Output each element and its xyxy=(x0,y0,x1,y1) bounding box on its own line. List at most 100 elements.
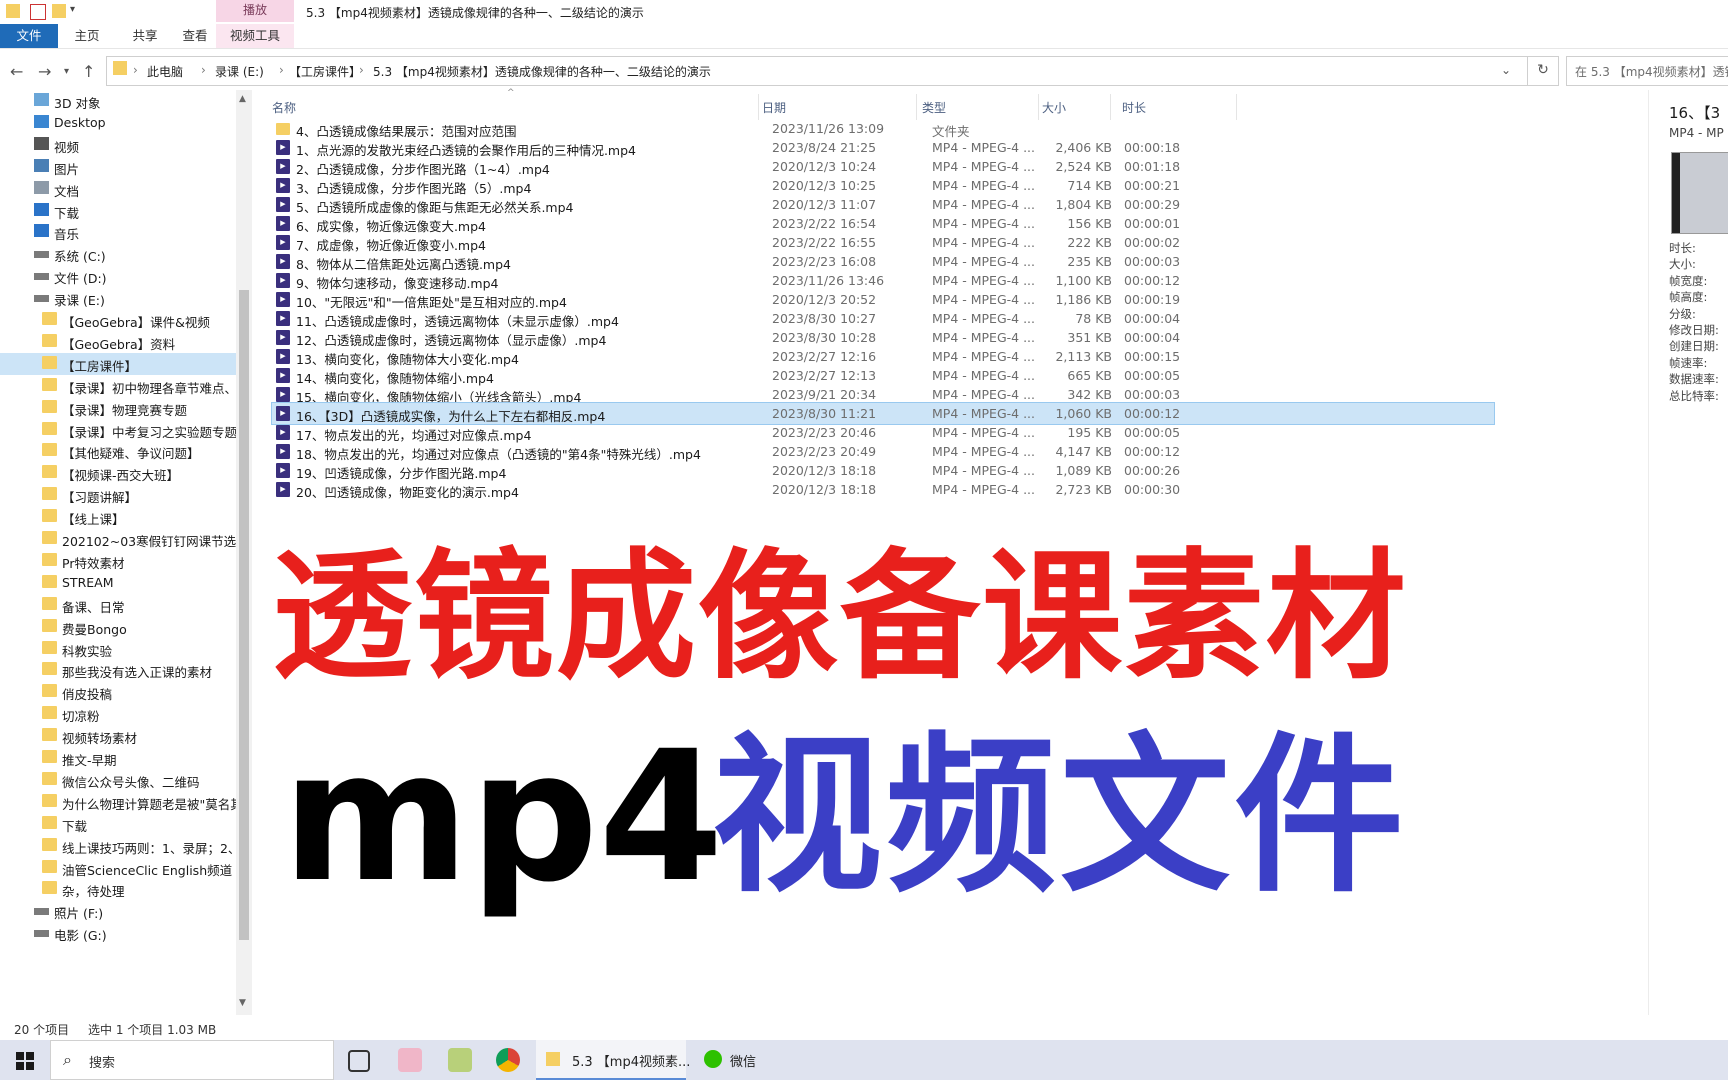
tab-video-tools[interactable]: 视频工具 xyxy=(216,24,294,48)
file-row[interactable]: ▶ 19、凹透镜成像，分步作图光路.mp4 2020/12/3 18:18 MP4 -… xyxy=(272,460,1494,481)
taskbar-app-wechat[interactable]: 微信 xyxy=(694,1040,784,1080)
sidebar-item[interactable]: 文档 xyxy=(0,178,236,200)
breadcrumb-drive-e[interactable]: 录课 (E:) xyxy=(215,63,264,80)
column-size[interactable]: 大小 xyxy=(1042,99,1066,116)
sidebar-item[interactable]: 【录课】物理竞赛专题 xyxy=(0,397,236,419)
snipping-tool-icon[interactable] xyxy=(398,1048,422,1072)
refresh-icon[interactable]: ↻ xyxy=(1527,56,1559,86)
sidebar-item[interactable]: 【GeoGebra】资料 xyxy=(0,331,236,353)
crumb-separator-icon[interactable]: › xyxy=(133,63,138,77)
crumb-separator-icon[interactable]: › xyxy=(279,63,284,77)
sidebar-item[interactable]: 科教实验 xyxy=(0,638,236,660)
sidebar-item[interactable]: 系统 (C:) xyxy=(0,243,236,265)
file-row[interactable]: ▶ 17、物点发出的光，均通过对应像点.mp4 2023/2/23 20:46 MP4… xyxy=(272,422,1494,443)
sidebar-item[interactable]: 下载 xyxy=(0,200,236,222)
sidebar-item[interactable]: 文件 (D:) xyxy=(0,265,236,287)
breadcrumb-current-folder[interactable]: 5.3 【mp4视频素材】透镜成像规律的各种一、二级结论的演示 xyxy=(373,63,711,80)
start-button[interactable] xyxy=(0,1040,50,1080)
sidebar-item[interactable]: 图片 xyxy=(0,156,236,178)
file-row[interactable]: ▶ 10、"无限远"和"一倍焦距处"是互相对应的.mp4 2020/12/3 20:… xyxy=(272,289,1494,310)
file-row[interactable]: ▶ 12、凸透镜成虚像时，透镜远离物体（显示虚像）.mp4 2023/8/30 10… xyxy=(272,327,1494,348)
sidebar-item[interactable]: 【视频课-西交大班】 xyxy=(0,462,236,484)
tab-share[interactable]: 共享 xyxy=(116,24,174,48)
breadcrumb-gongfang[interactable]: 【工房课件】 xyxy=(289,63,361,80)
sidebar-item[interactable]: 【其他疑难、争议问题】 xyxy=(0,440,236,462)
tab-file[interactable]: 文件 xyxy=(0,24,58,48)
taskbar-search[interactable]: ⌕ 搜索 xyxy=(50,1040,334,1080)
file-row[interactable]: ▶ 1、点光源的发散光束经凸透镜的会聚作用后的三种情况.mp4 2023/8/24 … xyxy=(272,137,1494,158)
sidebar-item[interactable]: 【GeoGebra】课件&视频 xyxy=(0,309,236,331)
folder-row[interactable]: 4、凸透镜成像结果展示：范围对应范围 2023/11/26 13:09 文件夹 xyxy=(272,118,1494,139)
file-row[interactable]: ▶ 6、成实像，物近像远像变大.mp4 2023/2/22 16:54 MP4 - M… xyxy=(272,213,1494,234)
sidebar-item[interactable]: 下载 xyxy=(0,813,236,835)
sidebar-item[interactable]: 线上课技巧两则：1、录屏；2、 xyxy=(0,835,236,857)
breadcrumb-this-pc[interactable]: 此电脑 xyxy=(147,63,183,80)
up-icon[interactable]: ↑ xyxy=(82,62,95,81)
customize-toolbar-icon[interactable]: ▾ xyxy=(70,4,84,18)
recent-locations-icon[interactable]: ▾ xyxy=(64,66,69,77)
sidebar-item[interactable]: 推文-早期 xyxy=(0,747,236,769)
sidebar-item[interactable]: 3D 对象 xyxy=(0,90,236,112)
sidebar-item[interactable]: 油管ScienceClic English频道 xyxy=(0,857,236,879)
address-bar[interactable]: › 此电脑 › 录课 (E:) › 【工房课件】 › 5.3 【mp4视频素材】… xyxy=(106,56,1528,86)
tab-home[interactable]: 主页 xyxy=(58,24,116,48)
file-row[interactable]: ▶ 14、横向变化，像随物体缩小.mp4 2023/2/27 12:13 MP4 - … xyxy=(272,365,1494,386)
file-row[interactable]: ▶ 18、物点发出的光，均通过对应像点（凸透镜的"第4条"特殊光线）.mp4 202… xyxy=(272,441,1494,462)
column-date[interactable]: 日期 xyxy=(762,99,786,116)
sidebar-item[interactable]: 音乐 xyxy=(0,221,236,243)
file-row[interactable]: ▶ 11、凸透镜成虚像时，透镜远离物体（未显示虚像）.mp4 2023/8/30 1… xyxy=(272,308,1494,329)
crumb-separator-icon[interactable]: › xyxy=(201,63,206,77)
sidebar-item[interactable]: 录课 (E:) xyxy=(0,287,236,309)
sidebar-item[interactable]: 【线上课】 xyxy=(0,506,236,528)
sidebar-item[interactable]: STREAM xyxy=(0,572,236,594)
sidebar-item[interactable]: 202102~03寒假钉钉网课节选 xyxy=(0,528,236,550)
sidebar-item[interactable]: 备课、日常 xyxy=(0,594,236,616)
sidebar-item[interactable]: 电影 (G:) xyxy=(0,922,236,944)
properties-icon[interactable] xyxy=(30,4,46,20)
sidebar-item[interactable]: 微信公众号头像、二维码 xyxy=(0,769,236,791)
scrollbar-thumb[interactable] xyxy=(239,290,249,940)
file-row[interactable]: ▶ 9、物体匀速移动，像变速移动.mp4 2023/11/26 13:46 MP4 -… xyxy=(272,270,1494,291)
paint-icon[interactable] xyxy=(448,1048,472,1072)
file-row[interactable]: ▶ 3、凸透镜成像，分步作图光路（5）.mp4 2020/12/3 10:25 MP4… xyxy=(272,175,1494,196)
tab-play[interactable]: 播放 xyxy=(216,0,294,22)
file-row[interactable]: ▶ 5、凸透镜所成虚像的像距与焦距无必然关系.mp4 2020/12/3 11:07… xyxy=(272,194,1494,215)
sidebar-item[interactable]: 照片 (F:) xyxy=(0,900,236,922)
sidebar-item[interactable]: 视频转场素材 xyxy=(0,725,236,747)
file-row[interactable]: ▶ 20、凹透镜成像，物距变化的演示.mp4 2020/12/3 18:18 MP4 … xyxy=(272,479,1494,500)
sidebar-item[interactable]: Desktop xyxy=(0,112,236,134)
column-divider[interactable] xyxy=(916,94,917,120)
taskbar-app-explorer[interactable]: 5.3 【mp4视频素... xyxy=(536,1040,690,1080)
new-folder-icon[interactable] xyxy=(52,4,66,18)
file-row[interactable]: ▶ 8、物体从二倍焦距处远离凸透镜.mp4 2023/2/23 16:08 MP4 -… xyxy=(272,251,1494,272)
sidebar-item[interactable]: 【工房课件】 xyxy=(0,352,236,375)
file-row[interactable]: ▶ 2、凸透镜成像，分步作图光路（1~4）.mp4 2020/12/3 10:24 M… xyxy=(272,156,1494,177)
sidebar-item[interactable]: 为什么物理计算题老是被"莫名其 xyxy=(0,791,236,813)
tab-view[interactable]: 查看 xyxy=(174,24,216,48)
address-dropdown-icon[interactable]: ⌄ xyxy=(1501,63,1511,77)
file-row[interactable]: ▶ 13、横向变化，像随物体大小变化.mp4 2023/2/27 12:16 MP4 … xyxy=(272,346,1494,367)
sidebar-item[interactable]: 视频 xyxy=(0,134,236,156)
sidebar-item[interactable]: Pr特效素材 xyxy=(0,550,236,572)
back-icon[interactable]: ← xyxy=(10,62,23,81)
forward-icon[interactable]: → xyxy=(38,62,51,81)
column-divider[interactable] xyxy=(1038,94,1039,120)
sidebar-item[interactable]: 俏皮投稿 xyxy=(0,681,236,703)
file-row[interactable]: ▶ 15、横向变化，像随物体缩小（光线含箭头）.mp4 2023/9/21 20:3… xyxy=(272,384,1494,405)
search-input[interactable]: 在 5.3 【mp4视频素材】透镜... xyxy=(1566,56,1728,86)
scroll-down-icon[interactable]: ▼ xyxy=(239,998,246,1008)
crumb-separator-icon[interactable]: › xyxy=(359,63,364,77)
sidebar-item[interactable]: 杂，待处理 xyxy=(0,878,236,900)
column-divider[interactable] xyxy=(1110,94,1111,120)
sidebar-item[interactable]: 切凉粉 xyxy=(0,703,236,725)
sidebar-item[interactable]: 那些我没有选入正课的素材 xyxy=(0,659,236,681)
column-name[interactable]: 名称 xyxy=(272,99,296,116)
chrome-icon[interactable] xyxy=(496,1048,520,1072)
sidebar-item[interactable]: 【录课】中考复习之实验题专题 xyxy=(0,419,236,441)
column-duration[interactable]: 时长 xyxy=(1122,99,1146,116)
sidebar-item[interactable]: 【习题讲解】 xyxy=(0,484,236,506)
sidebar-item[interactable]: 费曼Bongo xyxy=(0,616,236,638)
file-row[interactable]: ▶ 7、成虚像，物近像近像变小.mp4 2023/2/22 16:55 MP4 - M… xyxy=(272,232,1494,253)
scroll-up-icon[interactable]: ▲ xyxy=(239,94,246,104)
column-type[interactable]: 类型 xyxy=(922,99,946,116)
